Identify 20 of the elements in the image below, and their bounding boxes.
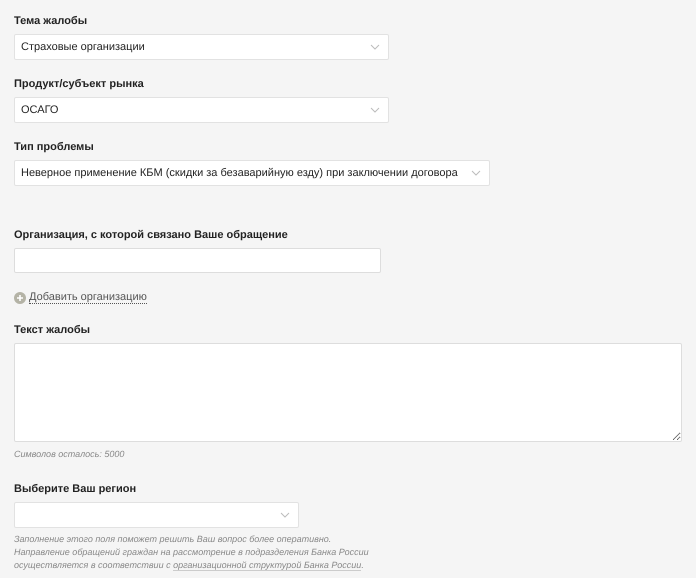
field-label: Продукт/субъект рынка [14,78,145,90]
chevron-down-icon [370,107,380,113]
chevron-down-icon [471,170,481,176]
dropdown[interactable]: Страховые организации [14,34,389,60]
field-label: Организация, с которой связано Ваше обращение [14,229,289,241]
chevron-down-icon [370,44,380,50]
dropdown[interactable]: Неверное применение КБМ (скидки за безаварийную езду) при заключении договора [14,160,490,186]
dropdown[interactable]: ОСАГО [14,97,389,123]
chevron-down-icon [280,512,290,518]
text-area[interactable] [14,343,682,442]
field-label: Тема жалобы [14,15,88,27]
field-label: Выберите Ваш регион [14,483,138,495]
input-field[interactable] [14,248,381,273]
field-label: Тип проблемы [14,141,95,153]
plus-circle-icon [14,292,26,304]
dropdown[interactable] [14,502,299,528]
add-organization-link[interactable]: Добавить организацию [29,291,147,304]
hint-text: Заполнение этого поля поможет решить Ваш вопрос более оперативно. Направление обращений граждан на рассмотрение в подразделения Банка России осуществляется в соответствии с организационной структурой Банка России. [14,533,370,572]
character-counter: Символов осталось: 5000 [14,449,126,459]
field-label: Текст жалобы [14,324,92,336]
